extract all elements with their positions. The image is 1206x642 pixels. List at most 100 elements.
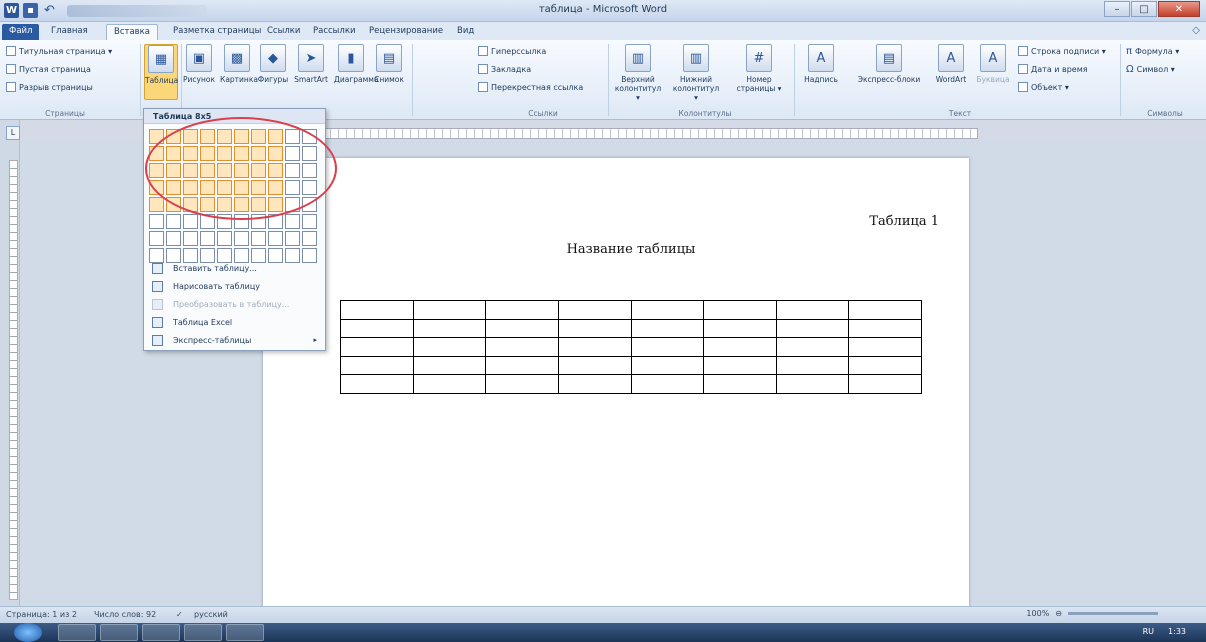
- grid-cell[interactable]: [234, 231, 249, 246]
- table-cell[interactable]: [485, 300, 559, 320]
- table-cell[interactable]: [557, 355, 632, 376]
- wordart-button[interactable]: A WordArt: [930, 44, 972, 84]
- grid-cell[interactable]: [183, 231, 198, 246]
- table-cell[interactable]: [775, 374, 850, 394]
- grid-cell[interactable]: [149, 197, 164, 212]
- object-button[interactable]: Объект ▾: [1018, 82, 1069, 92]
- cross-reference-button[interactable]: Перекрестная ссылка: [478, 82, 583, 92]
- taskbar-app-button[interactable]: [58, 624, 96, 641]
- table-cell[interactable]: [412, 337, 487, 357]
- zoom-level[interactable]: 100%: [1026, 609, 1049, 618]
- table-cell[interactable]: [630, 337, 705, 357]
- table-cell[interactable]: [630, 318, 705, 339]
- table-cell[interactable]: [412, 374, 487, 394]
- close-button[interactable]: ✕: [1158, 1, 1200, 17]
- menu-item[interactable]: Таблица Excel: [144, 313, 325, 331]
- table-cell[interactable]: [775, 337, 850, 357]
- help-icon[interactable]: ◇: [1192, 25, 1200, 36]
- table-cell[interactable]: [848, 374, 922, 394]
- zoom-slider[interactable]: [1068, 612, 1158, 615]
- grid-cell[interactable]: [149, 231, 164, 246]
- table-cell[interactable]: [703, 300, 777, 320]
- table-cell[interactable]: [485, 374, 559, 394]
- equation-button[interactable]: π Формула ▾: [1126, 46, 1179, 57]
- taskbar-app-button[interactable]: [226, 624, 264, 641]
- word-count-status[interactable]: Число слов: 92: [94, 610, 156, 619]
- grid-cell[interactable]: [302, 231, 317, 246]
- table-cell[interactable]: [485, 355, 559, 376]
- table-cell[interactable]: [775, 318, 850, 339]
- table-cell[interactable]: [848, 337, 922, 357]
- page-break-button[interactable]: Разрыв страницы: [6, 82, 93, 92]
- table-cell[interactable]: [557, 318, 632, 339]
- menu-item[interactable]: Вставить таблицу...: [144, 259, 325, 277]
- tab-selector-button[interactable]: L: [6, 126, 20, 140]
- menu-item[interactable]: Преобразовать в таблицу...: [144, 295, 325, 313]
- table-cell[interactable]: [557, 374, 632, 394]
- table-cell[interactable]: [848, 355, 922, 376]
- minimize-button[interactable]: –: [1104, 1, 1130, 17]
- clock[interactable]: 1:33: [1168, 627, 1186, 636]
- table-cell[interactable]: [703, 337, 777, 357]
- grid-cell[interactable]: [268, 231, 283, 246]
- table-cell[interactable]: [485, 337, 559, 357]
- table-cell[interactable]: [775, 300, 850, 320]
- grid-cell[interactable]: [200, 231, 215, 246]
- symbol-button[interactable]: Ω Символ ▾: [1126, 64, 1175, 75]
- tab-view[interactable]: Вид: [450, 24, 481, 40]
- table-cell[interactable]: [557, 337, 632, 357]
- clipart-button[interactable]: ▩ Картинка: [220, 44, 258, 84]
- document-table[interactable]: [340, 300, 922, 394]
- table-cell[interactable]: [703, 374, 777, 394]
- tab-insert[interactable]: Вставка: [106, 24, 159, 40]
- hyperlink-button[interactable]: Гиперссылка: [478, 46, 546, 56]
- input-language[interactable]: RU: [1143, 627, 1154, 636]
- table-cell[interactable]: [340, 300, 414, 320]
- table-cell[interactable]: [412, 355, 487, 376]
- document-page[interactable]: Таблица 1 Название таблицы: [263, 158, 969, 610]
- grid-cell[interactable]: [251, 231, 266, 246]
- grid-cell[interactable]: [166, 231, 181, 246]
- maximize-button[interactable]: □: [1131, 1, 1157, 17]
- grid-cell[interactable]: [302, 214, 317, 229]
- table-cell[interactable]: [340, 318, 414, 339]
- table-cell[interactable]: [340, 337, 414, 357]
- page-number-button[interactable]: # Номер страницы ▾: [734, 44, 784, 93]
- grid-cell[interactable]: [217, 231, 232, 246]
- menu-item[interactable]: Экспресс-таблицы ▸: [144, 331, 325, 349]
- table-cell[interactable]: [703, 355, 777, 376]
- table-cell[interactable]: [775, 355, 850, 376]
- table-cell[interactable]: [485, 318, 559, 339]
- table-cell[interactable]: [703, 318, 777, 339]
- zoom-out-icon[interactable]: ⊖: [1055, 609, 1062, 618]
- grid-cell[interactable]: [149, 214, 164, 229]
- tab-review[interactable]: Рецензирование: [362, 24, 450, 40]
- start-button[interactable]: [14, 623, 42, 642]
- table-cell[interactable]: [630, 374, 705, 394]
- grid-cell[interactable]: [285, 231, 300, 246]
- table-cell[interactable]: [412, 300, 487, 320]
- chart-button[interactable]: ▮ Диаграмма: [334, 44, 379, 84]
- grid-cell[interactable]: [285, 214, 300, 229]
- table-cell[interactable]: [630, 355, 705, 376]
- page-count-status[interactable]: Страница: 1 из 2: [6, 610, 77, 619]
- menu-item[interactable]: Нарисовать таблицу: [144, 277, 325, 295]
- table-cell[interactable]: [412, 318, 487, 339]
- table-cell[interactable]: [340, 374, 414, 394]
- table-cell[interactable]: [557, 300, 632, 320]
- screenshot-button[interactable]: ▤ Снимок: [372, 44, 406, 84]
- taskbar-word-button[interactable]: [184, 624, 222, 641]
- header-button[interactable]: ▥ Верхний колонтитул ▾: [612, 44, 664, 102]
- bookmark-button[interactable]: Закладка: [478, 64, 531, 74]
- language-status[interactable]: русский: [194, 610, 228, 619]
- grid-cell[interactable]: [166, 214, 181, 229]
- date-time-button[interactable]: Дата и время: [1018, 64, 1088, 74]
- smartart-button[interactable]: ➤ SmartArt: [294, 44, 328, 84]
- textbox-button[interactable]: A Надпись: [800, 44, 842, 84]
- footer-button[interactable]: ▥ Нижний колонтитул ▾: [670, 44, 722, 102]
- table-cell[interactable]: [848, 300, 922, 320]
- taskbar-app-button[interactable]: [142, 624, 180, 641]
- quick-parts-button[interactable]: ▤ Экспресс-блоки: [852, 44, 926, 84]
- tab-home[interactable]: Главная: [44, 24, 95, 40]
- tab-mailings[interactable]: Рассылки: [306, 24, 362, 40]
